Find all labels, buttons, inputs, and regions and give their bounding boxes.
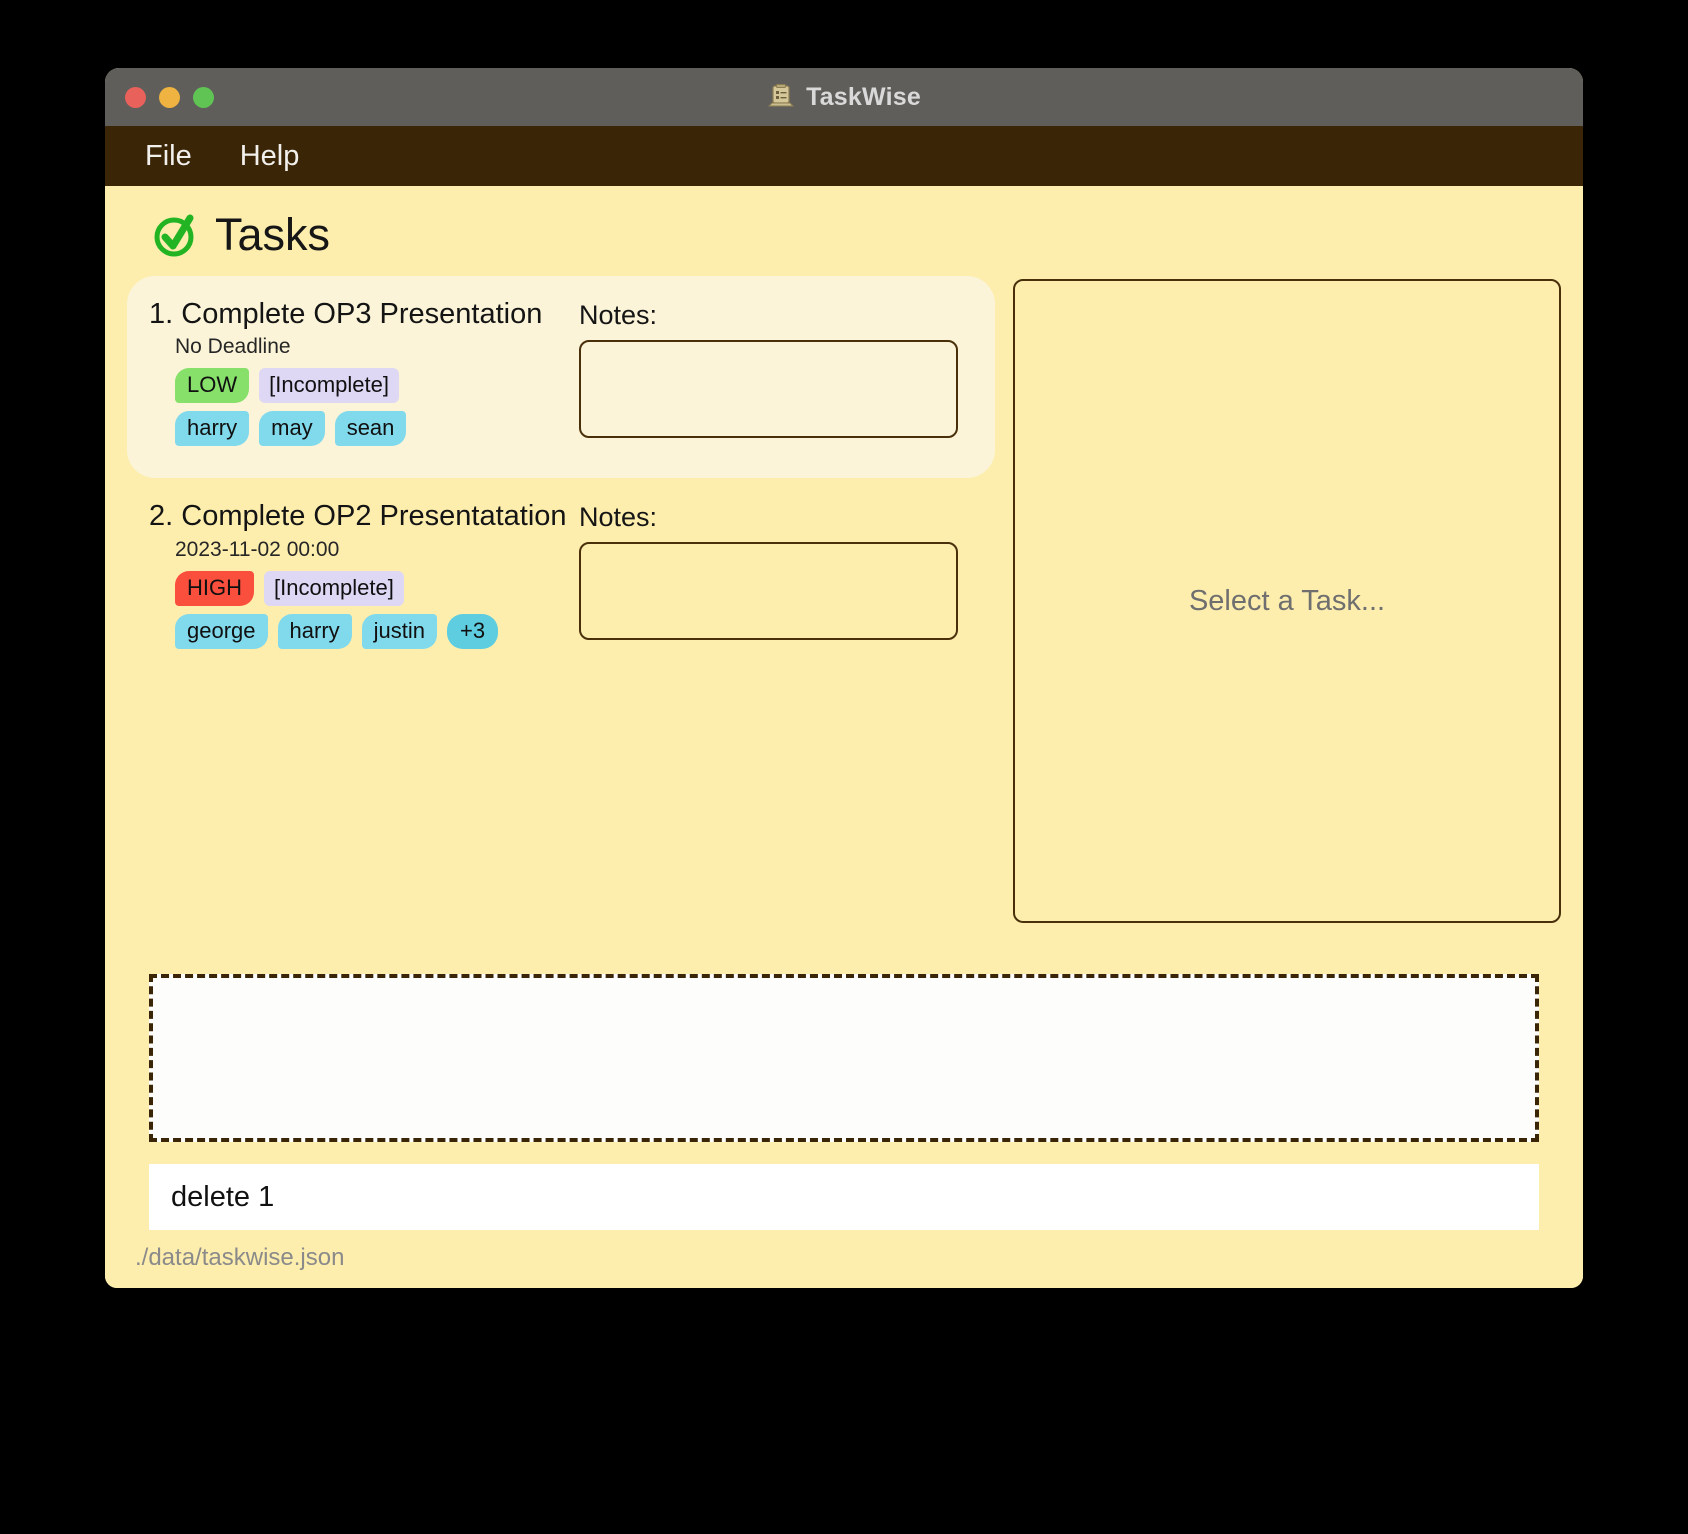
- command-input[interactable]: delete 1: [149, 1164, 1539, 1230]
- green-check-circle-icon: [149, 208, 201, 260]
- assignee-chip: justin: [361, 613, 437, 649]
- status-bar: ./data/taskwise.json: [127, 1230, 1561, 1288]
- task-notes: Notes:: [579, 500, 977, 641]
- task-deadline: No Deadline: [175, 335, 291, 359]
- task-list: 1. Complete OP3 Presentation No Deadline…: [127, 276, 995, 956]
- maximize-window-button[interactable]: [193, 86, 214, 108]
- assignee-chip: george: [175, 613, 268, 649]
- task-row[interactable]: 1. Complete OP3 Presentation No Deadline…: [127, 276, 995, 479]
- priority-badge: HIGH: [175, 570, 254, 606]
- task-title-text: Complete OP3 Presentation: [181, 298, 543, 330]
- output-console: [149, 974, 1539, 1142]
- notes-label: Notes:: [579, 300, 658, 330]
- menu-item-help[interactable]: Help: [232, 138, 308, 175]
- clipboard-laptop-icon: [767, 83, 795, 111]
- task-index: 1.: [149, 298, 174, 330]
- task-assignees-row: harry may sean: [149, 411, 579, 447]
- page-header: Tasks: [127, 186, 1561, 268]
- task-meta-row: LOW [Incomplete]: [149, 368, 579, 404]
- status-badge: [Incomplete]: [259, 368, 399, 404]
- task-notes: Notes:: [579, 298, 977, 438]
- task-title: 1. Complete OP3 Presentation: [149, 298, 579, 331]
- task-index: 2.: [149, 500, 174, 533]
- window-title: TaskWise: [806, 82, 921, 111]
- assignee-chip: harry: [277, 613, 352, 649]
- task-title-text: Complete OP2 Presentatation: [181, 500, 567, 533]
- menu-item-file[interactable]: File: [137, 138, 200, 175]
- assignee-chip: may: [259, 411, 325, 447]
- task-title: 2. Complete OP2 Presentatation: [149, 500, 579, 533]
- task-deadline: 2023-11-02 00:00: [175, 537, 340, 561]
- menu-bar: File Help: [105, 126, 1583, 186]
- task-row[interactable]: 2. Complete OP2 Presentatation 2023-11-0…: [127, 478, 995, 680]
- app-body: Tasks 1. Complete OP3 Presentation No De…: [105, 186, 1583, 1288]
- app-window: TaskWise File Help Tasks 1. Complete OP3…: [105, 68, 1583, 1288]
- priority-badge: LOW: [175, 368, 250, 404]
- command-input-value: delete 1: [171, 1180, 275, 1213]
- title-bar: TaskWise: [105, 68, 1583, 126]
- task-summary: 1. Complete OP3 Presentation No Deadline…: [149, 298, 579, 454]
- title-bar-center: TaskWise: [105, 83, 1583, 112]
- page-title: Tasks: [215, 208, 331, 260]
- task-detail-panel[interactable]: Select a Task...: [1013, 279, 1561, 923]
- assignee-chip: harry: [175, 411, 250, 447]
- status-badge: [Incomplete]: [264, 570, 404, 606]
- status-bar-path: ./data/taskwise.json: [135, 1244, 345, 1271]
- main-split: 1. Complete OP3 Presentation No Deadline…: [127, 268, 1561, 956]
- assignee-overflow-badge: +3: [447, 613, 499, 649]
- task-meta-row: HIGH [Incomplete]: [149, 570, 579, 606]
- notes-label: Notes:: [579, 502, 658, 533]
- window-controls: [125, 68, 214, 126]
- minimize-window-button[interactable]: [159, 86, 180, 108]
- task-assignees-row: george harry justin +3: [149, 613, 579, 649]
- task-summary: 2. Complete OP2 Presentatation 2023-11-0…: [149, 500, 579, 656]
- notes-input[interactable]: [579, 542, 958, 641]
- close-window-button[interactable]: [125, 86, 146, 108]
- notes-input[interactable]: [579, 340, 958, 438]
- task-detail-placeholder: Select a Task...: [1188, 584, 1386, 617]
- assignee-chip: sean: [334, 411, 407, 447]
